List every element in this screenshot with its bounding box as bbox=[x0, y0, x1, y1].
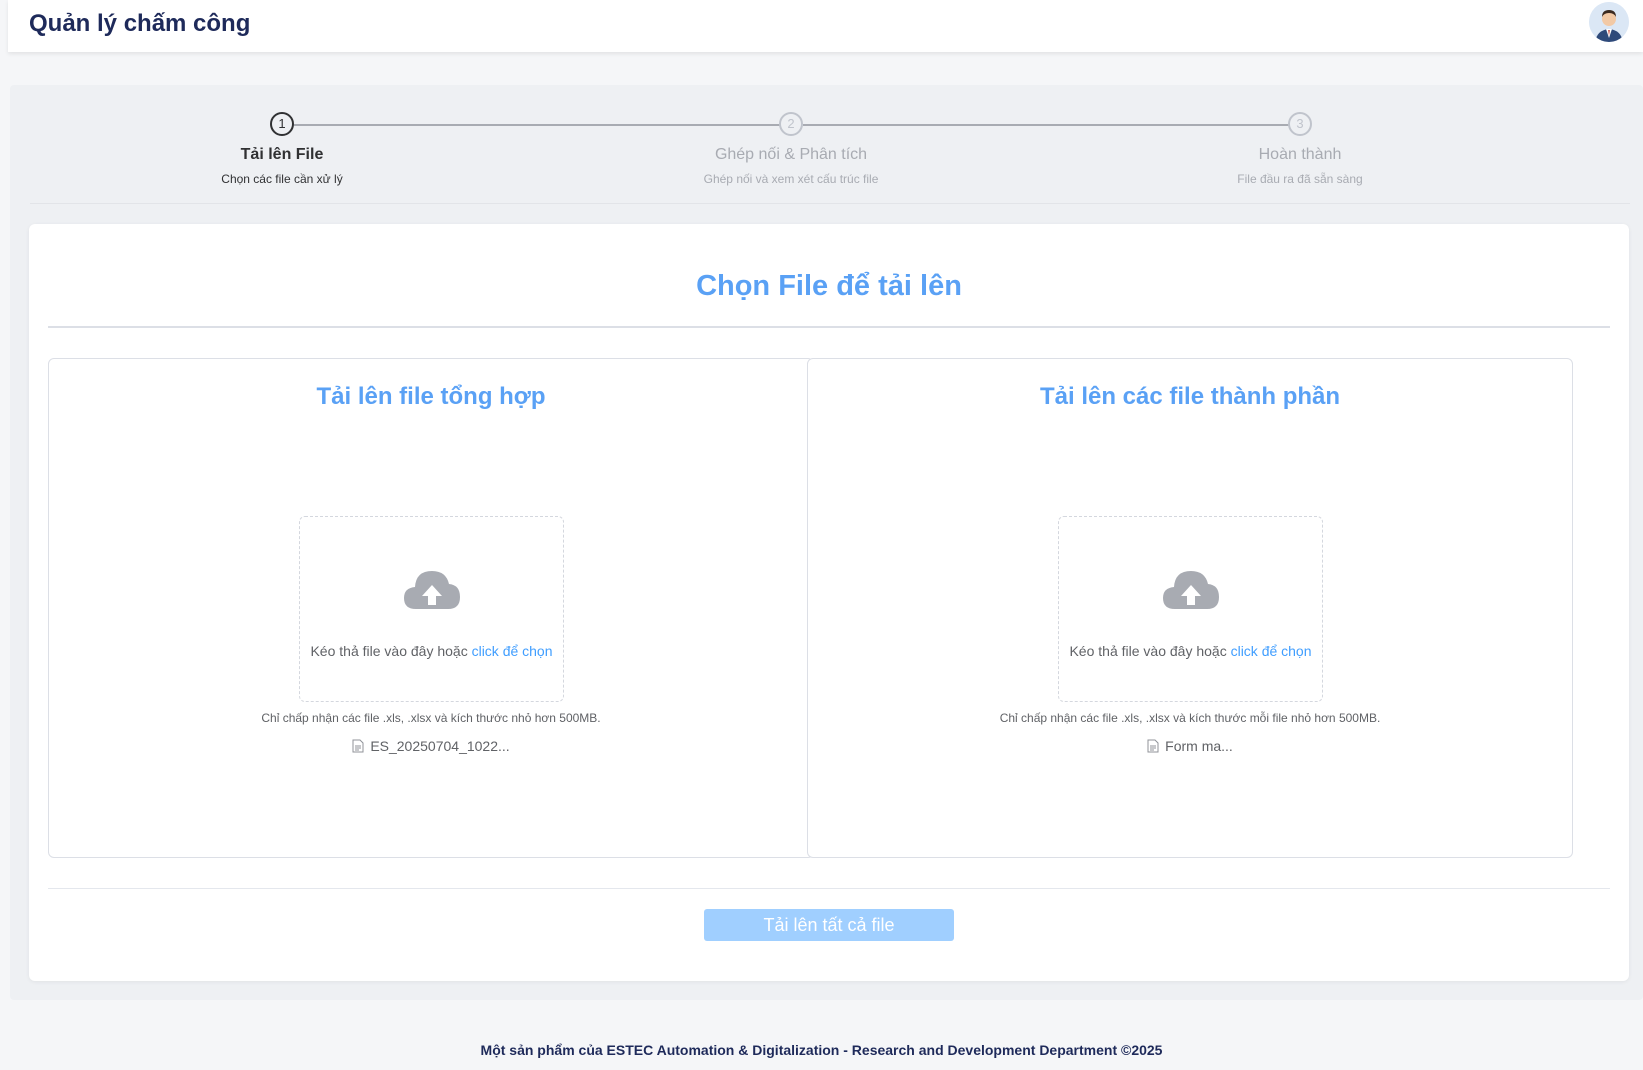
progress-steps: 1 Tải lên File Chọn các file cần xử lý 2… bbox=[30, 112, 1630, 204]
step-connector-1 bbox=[294, 124, 791, 126]
file-name: ES_20250704_1022... bbox=[370, 738, 510, 754]
selected-file[interactable]: Form ma... bbox=[808, 738, 1572, 754]
cloud-upload-icon bbox=[1163, 571, 1219, 609]
upload-card: Chọn File để tải lên Tải lên file tổng h… bbox=[29, 224, 1629, 981]
file-name: Form ma... bbox=[1165, 738, 1233, 754]
footer-text: Một sản phẩm của ESTEC Automation & Digi… bbox=[480, 1042, 1163, 1058]
summary-dropzone[interactable]: Kéo thả file vào đây hoặc click để chọn bbox=[299, 516, 564, 702]
step-connector-2 bbox=[803, 124, 1300, 126]
step-description: File đầu ra đã sẵn sàng bbox=[1237, 172, 1363, 186]
click-to-choose-link[interactable]: click để chọn bbox=[1231, 643, 1312, 659]
app-header: Quản lý chấm công bbox=[8, 0, 1643, 52]
accept-note: Chỉ chấp nhận các file .xls, .xlsx và kí… bbox=[261, 711, 601, 725]
step-description: Ghép nối và xem xét cấu trúc file bbox=[703, 172, 879, 186]
panel-title: Tải lên các file thành phần bbox=[1039, 383, 1341, 410]
app-title: Quản lý chấm công bbox=[29, 10, 251, 37]
user-avatar-icon[interactable] bbox=[1589, 2, 1629, 42]
step-label: Tải lên File bbox=[240, 146, 324, 163]
dropzone-hint: Kéo thả file vào đây hoặc click để chọn bbox=[1059, 643, 1322, 659]
step-number: 1 bbox=[270, 112, 294, 136]
components-dropzone[interactable]: Kéo thả file vào đây hoặc click để chọn bbox=[1058, 516, 1323, 702]
components-upload-panel: Tải lên các file thành phần Kéo thả file… bbox=[807, 358, 1573, 858]
hint-text: Kéo thả file vào đây hoặc bbox=[310, 643, 472, 659]
step-description: Chọn các file cần xử lý bbox=[221, 172, 343, 186]
step-number: 2 bbox=[779, 112, 803, 136]
document-icon bbox=[352, 739, 364, 753]
step-label: Hoàn thành bbox=[1258, 146, 1342, 163]
cloud-upload-icon bbox=[404, 571, 460, 609]
summary-upload-panel: Tải lên file tổng hợp Kéo thả file vào đ… bbox=[48, 358, 814, 858]
step-number: 3 bbox=[1288, 112, 1312, 136]
upload-all-button[interactable]: Tải lên tất cả file bbox=[704, 909, 954, 941]
document-icon bbox=[1147, 739, 1159, 753]
dropzone-hint: Kéo thả file vào đây hoặc click để chọn bbox=[300, 643, 563, 659]
panel-title: Tải lên file tổng hợp bbox=[316, 383, 546, 410]
accept-note: Chỉ chấp nhận các file .xls, .xlsx và kí… bbox=[999, 711, 1381, 725]
selected-file[interactable]: ES_20250704_1022... bbox=[49, 738, 813, 754]
click-to-choose-link[interactable]: click để chọn bbox=[472, 643, 553, 659]
divider bbox=[48, 888, 1610, 889]
divider bbox=[48, 326, 1610, 328]
hint-text: Kéo thả file vào đây hoặc bbox=[1069, 643, 1231, 659]
card-title: Chọn File để tải lên bbox=[696, 270, 962, 302]
step-label: Ghép nối & Phân tích bbox=[714, 146, 868, 163]
